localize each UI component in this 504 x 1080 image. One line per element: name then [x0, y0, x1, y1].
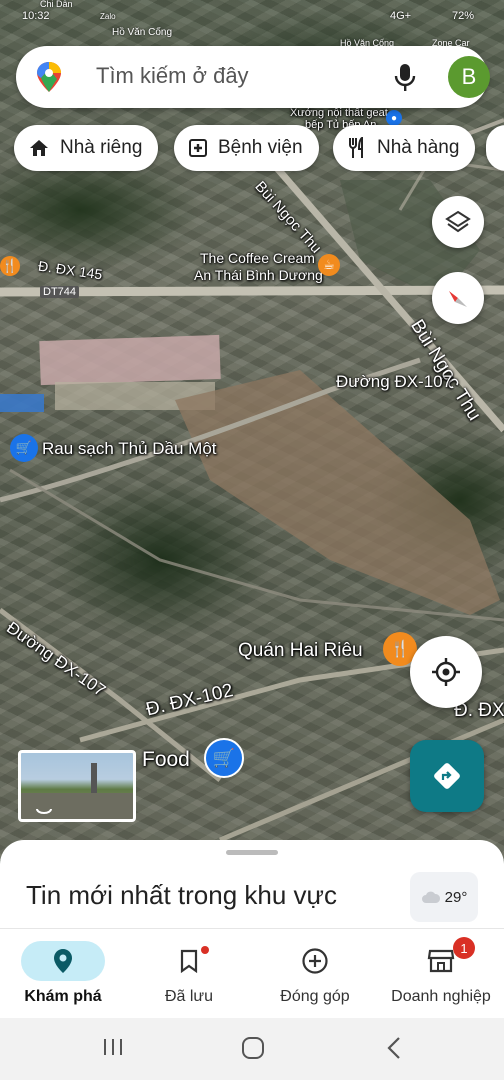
chip-hospital-label: Bệnh viện — [218, 137, 303, 158]
status-battery: 72% — [452, 10, 475, 22]
shopping-pin-icon[interactable]: 🛒 — [10, 434, 38, 462]
my-location-button[interactable] — [410, 636, 482, 708]
home-button[interactable] — [241, 1036, 265, 1065]
street-view-rotate-icon — [21, 763, 133, 819]
home-circle-icon — [242, 1037, 264, 1059]
map-label-chi-dan: Chi Dân — [40, 0, 73, 9]
hospital-icon — [189, 139, 207, 157]
map-label-quan-hai-rieu: Quán Hai Riêu — [238, 640, 363, 661]
nav-contribute-label: Đóng góp — [280, 988, 350, 1005]
recent-apps-button[interactable] — [102, 1036, 124, 1063]
business-icon — [427, 949, 455, 973]
status-time: 10:32 — [22, 10, 50, 22]
recent-apps-icon — [104, 1039, 122, 1055]
weather-chip[interactable]: 29° — [410, 872, 478, 922]
nav-saved-label: Đã lưu — [164, 988, 214, 1005]
chip-hospital[interactable]: Bệnh viện — [174, 125, 319, 171]
system-nav-bar — [0, 1018, 504, 1080]
chip-restaurant-label: Nhà hàng — [377, 137, 460, 158]
saved-notification-dot — [201, 946, 209, 954]
nav-business-icon-wrap: 1 — [399, 937, 483, 981]
directions-icon — [434, 763, 460, 789]
nav-explore-label: Khám phá — [24, 988, 102, 1005]
nav-business[interactable]: 1 Doanh nghiệp — [378, 929, 504, 1019]
business-badge: 1 — [453, 937, 475, 959]
bottom-sheet[interactable]: Tin mới nhất trong khu vực 29° — [0, 840, 504, 935]
street-view-thumbnail[interactable] — [18, 750, 136, 822]
nav-explore[interactable]: Khám phá — [0, 929, 126, 1019]
search-input[interactable]: Tìm kiếm ở đây — [96, 63, 249, 89]
map-label-coffee-2: An Thái Bình Dương — [194, 267, 323, 283]
my-location-icon — [432, 658, 460, 686]
avatar[interactable]: B — [448, 56, 490, 98]
layers-icon — [445, 210, 471, 233]
sheet-title: Tin mới nhất trong khu vực — [26, 880, 337, 910]
compass-button[interactable] — [432, 272, 484, 324]
search-bar[interactable]: Tìm kiếm ở đây B — [16, 46, 490, 108]
nav-explore-icon-wrap — [21, 941, 105, 981]
status-bar: 10:32 Zalo 4G+ 72% Chi Dân Hồ Văn Cống H… — [0, 0, 504, 58]
map-label-food: Food — [142, 748, 190, 771]
compass-icon — [449, 291, 467, 307]
bottom-nav: Khám phá Đã lưu Đóng góp 1 Doanh nghiệp — [0, 928, 504, 1018]
map-label-ho-van-cong-1: Hồ Văn Cống — [112, 27, 173, 38]
explore-pin-icon — [54, 949, 72, 973]
weather-temp: 29° — [444, 888, 468, 906]
food-pin-icon[interactable]: 🍴 — [0, 256, 20, 276]
nav-saved-icon-wrap — [147, 941, 231, 981]
shop-pin-icon[interactable]: ● — [386, 110, 402, 126]
nav-contribute[interactable]: Đóng góp — [252, 929, 378, 1019]
back-chevron-icon — [387, 1037, 400, 1059]
status-network: 4G+ — [390, 10, 412, 22]
coffee-pin-icon[interactable]: ☕ — [318, 254, 340, 276]
nav-saved[interactable]: Đã lưu — [126, 929, 252, 1019]
map-label-xuong: Xưởng nội thất geat — [290, 107, 388, 119]
maps-logo-icon — [37, 62, 61, 92]
map-label-coffee-1: The Coffee Cream — [200, 250, 315, 266]
directions-button[interactable] — [410, 740, 484, 812]
cloud-icon — [421, 891, 440, 903]
chip-home[interactable]: Nhà riêng — [14, 125, 159, 171]
nav-business-label: Doanh nghiệp — [391, 988, 491, 1005]
restaurant-icon — [349, 137, 363, 158]
map-label-dx107-top: Đường ĐX-107 — [336, 372, 453, 391]
status-app-label: Zalo — [100, 12, 116, 21]
home-icon — [30, 140, 48, 156]
add-circle-icon — [302, 948, 328, 974]
sheet-drag-handle[interactable] — [226, 850, 278, 855]
layers-button[interactable] — [432, 196, 484, 248]
bookmark-icon — [180, 949, 198, 973]
map-label-dt744: DT744 — [40, 286, 80, 298]
microphone-icon[interactable] — [392, 62, 418, 92]
food-shop-pin-icon[interactable]: 🛒 — [204, 738, 244, 778]
nav-contribute-icon-wrap — [273, 941, 357, 981]
chip-home-label: Nhà riêng — [60, 137, 143, 158]
back-button[interactable] — [384, 1036, 404, 1065]
map-label-rau-sach: Rau sạch Thủ Dầu Một — [42, 439, 217, 458]
chip-restaurant[interactable]: Nhà hàng — [333, 125, 476, 171]
